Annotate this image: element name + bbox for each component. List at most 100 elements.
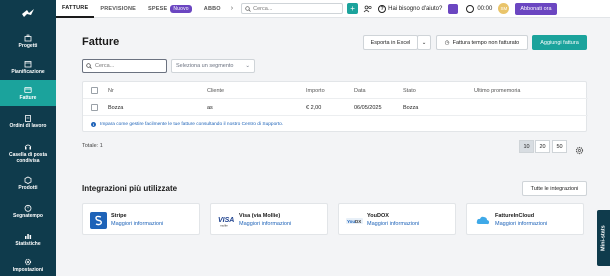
timer[interactable]: 00:00	[466, 4, 492, 13]
table-header: Nr Cliente Importo Data Stato Ultimo pro…	[83, 82, 588, 99]
export-excel-button[interactable]: Esporta in Excel	[363, 35, 418, 50]
info-icon: i	[91, 121, 96, 127]
fattureincloud-logo-icon	[474, 212, 491, 229]
integration-name: YouDOX	[367, 213, 389, 219]
timer-icon	[466, 4, 475, 13]
invoice-icon	[24, 86, 32, 93]
avatar[interactable]: SM	[498, 3, 510, 14]
sidebar-item-segnatempo[interactable]: Segnatempo	[0, 196, 56, 226]
sidebar-item-progetti[interactable]: Progetti	[0, 28, 56, 54]
sidebar-item-impostazioni[interactable]: Impostazioni	[0, 252, 56, 276]
integration-name: FattureInCloud	[495, 213, 535, 219]
support-info-text[interactable]: Impara come gestire facilmente le tue fa…	[100, 122, 283, 127]
global-search[interactable]	[241, 3, 344, 14]
page-size-50[interactable]: 50	[552, 140, 567, 153]
clipboard-icon	[25, 114, 31, 122]
segment-select[interactable]: Seleziona un segmento ⌄	[171, 59, 255, 73]
users-icon[interactable]	[363, 5, 373, 13]
sidebar-item-casella[interactable]: Casella di posta condivisa	[0, 136, 56, 170]
help-label: Hai bisogno d'aiuto?	[388, 5, 443, 12]
bird-logo-icon	[22, 9, 34, 17]
chevron-down-icon: ⌄	[245, 63, 250, 69]
cell-nr: Bozza	[108, 104, 124, 111]
subscribe-button[interactable]: Abbonati ora	[515, 2, 557, 15]
export-label: Esporta in Excel	[370, 39, 411, 46]
tab-label: PREVISIONE	[100, 5, 136, 12]
col-nr[interactable]: Nr	[108, 82, 114, 99]
col-data[interactable]: Data	[354, 82, 366, 99]
sidebar-item-statistiche[interactable]: Statistiche	[0, 226, 56, 252]
global-search-input[interactable]	[253, 5, 342, 12]
col-stato[interactable]: Stato	[403, 82, 416, 99]
cell-data: 06/05/2025	[354, 104, 382, 111]
table-settings-gear-icon[interactable]	[575, 142, 584, 160]
all-integrations-button[interactable]: Tutte le integrazioni	[522, 181, 587, 196]
tabs-scroll-right-icon[interactable]: ›	[227, 5, 237, 12]
sidebar-item-label: Ordini di lavoro	[9, 122, 47, 129]
col-ultimo-promemoria[interactable]: Ultimo promemoria	[474, 82, 520, 99]
row-checkbox[interactable]	[91, 99, 98, 116]
integration-card-fattureincloud[interactable]: FattureInCloud Maggiori informazioni	[466, 203, 584, 235]
export-dropdown-button[interactable]: ⌄	[417, 35, 431, 50]
col-importo[interactable]: Importo	[306, 82, 325, 99]
gear-icon	[24, 258, 32, 265]
sidebar-item-label: Impostazioni	[12, 266, 44, 273]
page-size-10[interactable]: 10	[519, 140, 534, 153]
mini-stats-tab[interactable]: Mini-stats	[597, 210, 610, 266]
add-invoice-button[interactable]: Aggiungi fattura	[532, 35, 587, 50]
mini-stats-label: Mini-stats	[600, 225, 607, 251]
apps-icon[interactable]	[448, 3, 459, 14]
segment-placeholder: Seleziona un segmento	[176, 63, 234, 69]
inbox-icon	[24, 144, 32, 149]
sidebar-item-prodotti[interactable]: Prodotti	[0, 170, 56, 196]
search-icon	[245, 5, 251, 12]
sidebar-item-label: Progetti	[18, 42, 38, 49]
integration-more-link[interactable]: Maggiori informazioni	[111, 221, 163, 227]
sidebar-item-label: Casella di posta condivisa	[8, 151, 48, 164]
svg-text:mollie: mollie	[220, 223, 228, 227]
integration-more-link[interactable]: Maggiori informazioni	[495, 221, 547, 227]
sidebar-item-pianificazione[interactable]: Pianificazione	[0, 54, 56, 80]
quick-add-button[interactable]: +	[347, 3, 359, 14]
box-icon	[24, 176, 32, 184]
new-badge: Nuovo	[170, 4, 192, 13]
integration-more-link[interactable]: Maggiori informazioni	[239, 221, 291, 227]
briefcase-icon	[24, 34, 32, 41]
youdox-logo-icon: You DX	[346, 212, 363, 229]
tab-label: ABBO	[203, 5, 221, 12]
tab-fatture[interactable]: FATTURE	[56, 0, 95, 18]
invoice-search[interactable]	[82, 59, 167, 73]
col-cliente[interactable]: Cliente	[207, 82, 224, 99]
top-bar: FATTURE PREVISIONE SPESENuovo ABBO › + ?…	[56, 0, 610, 18]
cell-cliente: as	[207, 104, 213, 111]
chart-icon	[25, 233, 32, 239]
tab-spese[interactable]: SPESE Nuovo	[142, 0, 198, 18]
integration-card-stripe[interactable]: Stripe Maggiori informazioni	[82, 203, 200, 235]
integrations-title: Integrazioni più utilizzate	[82, 184, 178, 193]
help-button[interactable]: ? Hai bisogno d'aiuto?	[378, 4, 443, 13]
integration-more-link[interactable]: Maggiori informazioni	[367, 221, 419, 227]
visa-logo-icon: VISA mollie	[218, 212, 235, 229]
table-row[interactable]: Bozza as € 2,00 06/05/2025 Bozza	[83, 99, 588, 116]
sidebar-item-label: Statistiche	[15, 240, 41, 247]
clock-icon	[24, 204, 32, 212]
invoice-search-input[interactable]	[95, 63, 165, 69]
time-invoice-button[interactable]: ◷ Fattura tempo non fatturato	[436, 35, 528, 50]
add-invoice-label: Aggiungi fattura	[540, 39, 579, 46]
page-title: Fatture	[82, 36, 120, 48]
search-icon	[86, 63, 92, 69]
sidebar-item-ordini[interactable]: Ordini di lavoro	[0, 106, 56, 136]
sidebar: Progetti Pianificazione Fatture Ordini d…	[0, 0, 56, 276]
integration-card-visa[interactable]: VISA mollie Visa (via Mollie) Maggiori in…	[210, 203, 328, 235]
app-logo[interactable]	[0, 4, 56, 22]
select-all-checkbox[interactable]	[91, 82, 98, 99]
page-size-20[interactable]: 20	[535, 140, 550, 153]
sidebar-item-fatture[interactable]: Fatture	[0, 80, 56, 106]
tab-label: FATTURE	[62, 4, 89, 11]
clock-icon: ◷	[444, 39, 450, 46]
tab-label: SPESE	[147, 5, 168, 12]
tab-abbonamenti[interactable]: ABBO	[198, 0, 227, 18]
support-info[interactable]: i Impara come gestire facilmente le tue …	[83, 116, 588, 132]
integration-card-youdox[interactable]: You DX YouDOX Maggiori informazioni	[338, 203, 456, 235]
tab-previsione[interactable]: PREVISIONE	[94, 0, 142, 18]
